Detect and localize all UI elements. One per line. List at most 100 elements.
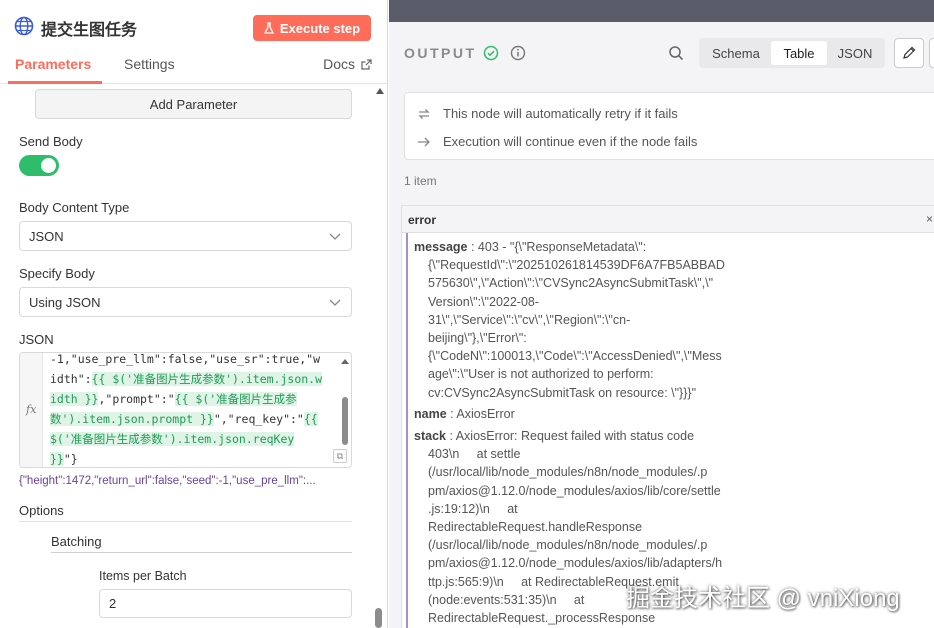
node-settings-notice: This node will automatically retry if it… (404, 92, 934, 160)
pencil-icon (903, 46, 916, 59)
scroll-thumb[interactable] (375, 608, 382, 628)
node-parameters-panel: 提交生图任务 Execute step Parameters Settings … (0, 0, 388, 628)
message-value-line: Version\":\"2022-08- (428, 294, 540, 309)
options-label: Options (19, 503, 64, 518)
flask-icon (263, 22, 274, 34)
send-body-label: Send Body (19, 134, 83, 149)
message-value-line: cv:CVSync2AsyncSubmitTask on resource: \… (428, 385, 697, 400)
watermark: 掘金技术社区 @ vniXiong (626, 585, 900, 612)
body-content-type-select[interactable]: JSON (19, 221, 352, 251)
name-value: : AxiosError (446, 407, 515, 421)
view-table-button[interactable]: Table (771, 41, 827, 65)
search-icon[interactable] (668, 45, 684, 61)
code-line: -1,"use_pre_llm":false,"use_sr":true,"w (50, 352, 321, 366)
view-schema-button[interactable]: Schema (703, 41, 769, 65)
editor-scrollbar[interactable] (342, 397, 348, 445)
message-row: message : 403 - "{\"ResponseMetadata\": (414, 238, 646, 256)
stack-line: (/usr/local/lib/node_modules/n8n/node_mo… (428, 538, 708, 553)
code-expression: {{ $('准备图片生成参数').item.json.w (91, 372, 323, 386)
success-check-icon (483, 45, 499, 61)
code-text: idth": (50, 372, 92, 386)
stack-line: RedirectableRequest._processResponse (428, 611, 656, 625)
stack-line: (node:events:531:35)\n at (428, 592, 585, 607)
close-icon[interactable]: × (926, 212, 933, 226)
parameter-tabs: Parameters Settings Docs (0, 54, 388, 84)
canvas-strip (389, 0, 934, 22)
json-body-editor[interactable]: fx -1,"use_pre_llm":false,"use_sr":true,… (19, 352, 352, 468)
message-value-line: {\"RequestId\":\"202510261814539DF6A7FB5… (428, 258, 725, 273)
stack-value: : AxiosError: Request failed with status… (445, 429, 695, 443)
message-key: message (414, 240, 468, 254)
message-value-line: {\"CodeN\":100013,\"Code\":\"AccessDenie… (428, 349, 722, 364)
parameters-content: Add Parameter Send Body Body Content Typ… (0, 86, 372, 628)
code-text: "} (63, 452, 78, 466)
specify-body-label: Specify Body (19, 266, 95, 281)
message-value-line: beijing\"},\"Error\": (428, 331, 527, 345)
tab-parameters[interactable]: Parameters (15, 56, 91, 72)
retry-notice: This node will automatically retry if it… (417, 106, 678, 121)
expand-editor-icon[interactable]: ⧉ (333, 449, 347, 463)
fx-icon: fx (26, 403, 37, 416)
add-parameter-button[interactable]: Add Parameter (35, 89, 352, 119)
stack-line: RedirectableRequest.handleResponse (428, 520, 643, 534)
node-title: 提交生图任务 (41, 22, 138, 39)
items-per-batch-input[interactable]: 2 (99, 589, 352, 618)
editor-scroll-up[interactable] (341, 359, 349, 364)
docs-label: Docs (323, 56, 355, 72)
arrow-right-icon (418, 137, 430, 146)
message-value-line: 575630\",\"Action\":\"CVSync2AsyncSubmit… (428, 276, 714, 291)
batching-divider (51, 552, 352, 553)
stack-line: pm/axios@1.12.0/node_modules/axios/lib/a… (428, 556, 723, 571)
specify-body-select[interactable]: Using JSON (19, 287, 352, 317)
table-cell: message : 403 - "{\"ResponseMetadata\": … (406, 233, 934, 628)
chevron-down-icon (329, 233, 341, 240)
column-header-error[interactable]: error (408, 213, 436, 227)
retry-notice-text: This node will automatically retry if it… (443, 106, 678, 121)
name-key: name (414, 407, 447, 421)
execute-step-button[interactable]: Execute step (253, 15, 371, 41)
json-code[interactable]: -1,"use_pre_llm":false,"use_sr":true,"w … (50, 352, 340, 467)
send-body-toggle[interactable] (19, 155, 59, 176)
message-value: : 403 - "{\"ResponseMetadata\": (467, 240, 647, 254)
message-value-line: age\":\"User is not authorized to perfor… (428, 367, 654, 382)
panel-scrollbar[interactable] (372, 86, 388, 628)
batching-label: Batching (51, 534, 102, 549)
toggle-knob (41, 158, 56, 173)
code-text: ,"prompt":" (98, 392, 175, 406)
retry-icon (418, 108, 430, 119)
json-label: JSON (19, 332, 54, 347)
more-button[interactable] (929, 38, 934, 68)
stack-line: (/usr/local/lib/node_modules/n8n/node_mo… (428, 465, 708, 480)
json-expression-preview: {"height":1472,"return_url":false,"seed"… (19, 475, 316, 487)
external-link-icon (361, 58, 372, 70)
edit-output-button[interactable] (894, 38, 924, 68)
code-expression: 数').item.json.prompt }} (50, 412, 214, 426)
scroll-up-arrow[interactable] (376, 88, 384, 94)
name-row: name : AxiosError (414, 405, 515, 423)
options-divider (19, 521, 352, 522)
output-title: OUTPUT (404, 45, 477, 61)
body-content-type-value: JSON (29, 229, 64, 244)
message-value-line: 31\",\"Service\":\"cv\",\"Region\":\"cn- (428, 312, 631, 327)
code-expression: }} (50, 452, 64, 466)
code-text: ","req_key":" (213, 412, 304, 426)
active-tab-indicator (8, 81, 102, 84)
tab-settings[interactable]: Settings (124, 56, 175, 72)
output-panel: OUTPUT Schema Table JSON This node will … (389, 0, 934, 628)
expression-gutter: fx (20, 353, 43, 467)
code-expression: {{ $('准备图片生成参 (174, 392, 297, 406)
stack-line: pm/axios@1.12.0/node_modules/axios/lib/c… (428, 483, 721, 498)
body-content-type-label: Body Content Type (19, 200, 130, 215)
stack-key: stack (414, 429, 446, 443)
globe-icon (14, 16, 34, 36)
docs-link[interactable]: Docs (323, 56, 372, 72)
items-per-batch-label: Items per Batch (99, 569, 187, 583)
continue-notice: Execution will continue even if the node… (417, 134, 697, 149)
node-header: 提交生图任务 Execute step Parameters Settings … (0, 0, 388, 86)
stack-line: 403\n at settle (428, 447, 521, 462)
view-json-button[interactable]: JSON (829, 41, 881, 65)
info-icon[interactable] (510, 45, 526, 61)
code-expression: {{ (303, 412, 318, 426)
stack-line: .js:19:12)\n at (428, 501, 518, 516)
table-header: error × (402, 206, 934, 233)
